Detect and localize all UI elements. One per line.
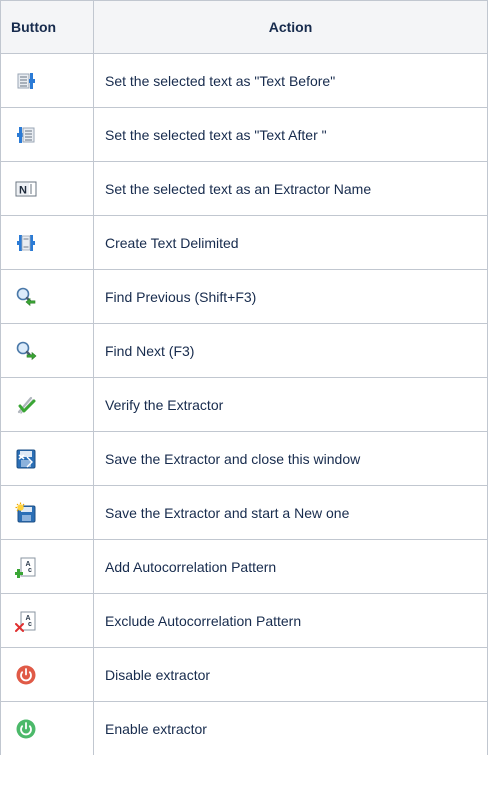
action-text: Exclude Autocorrelation Pattern	[93, 593, 488, 648]
icon-cell	[0, 269, 94, 324]
svg-text:N: N	[19, 184, 27, 196]
add-autocorrelation-icon: A c	[15, 557, 36, 578]
action-text: Find Previous (Shift+F3)	[93, 269, 488, 324]
header-button: Button	[0, 0, 94, 54]
enable-power-icon	[16, 719, 36, 738]
buttons-help-table: Button Action Set the selected text as "…	[0, 0, 488, 755]
find-next-icon	[16, 341, 37, 360]
find-previous-icon	[16, 287, 36, 306]
action-text: Create Text Delimited	[93, 215, 488, 270]
text-after-icon	[17, 126, 35, 143]
icon-cell	[0, 53, 94, 108]
action-text: Find Next (F3)	[93, 323, 488, 378]
save-new-icon	[15, 502, 36, 522]
icon-cell: N	[0, 161, 94, 216]
action-text: Disable extractor	[93, 647, 488, 702]
table-row: Set the selected text as "Text After "	[0, 107, 488, 162]
table-row: Verify the Extractor	[0, 377, 488, 432]
icon-cell	[0, 431, 94, 486]
disable-power-icon	[16, 665, 36, 684]
svg-text:c: c	[28, 567, 32, 574]
save-close-icon	[16, 449, 36, 468]
extractor-name-icon: N	[15, 181, 37, 196]
table-row: Enable extractor	[0, 701, 488, 755]
action-text: Set the selected text as "Text After "	[93, 107, 488, 162]
text-before-icon	[17, 72, 35, 89]
action-text: Set the selected text as an Extractor Na…	[93, 161, 488, 216]
table-row: Save the Extractor and close this window	[0, 431, 488, 486]
table-row: A c Add Autocorrelation Pattern	[0, 539, 488, 594]
action-text: Save the Extractor and start a New one	[93, 485, 488, 540]
action-text: Add Autocorrelation Pattern	[93, 539, 488, 594]
icon-cell: A c	[0, 593, 94, 648]
table-row: N Set the selected text as an Extractor …	[0, 161, 488, 216]
action-text: Verify the Extractor	[93, 377, 488, 432]
icon-cell	[0, 485, 94, 540]
icon-cell: A c	[0, 539, 94, 594]
icon-cell	[0, 107, 94, 162]
icon-cell	[0, 701, 94, 755]
table-row: Create Text Delimited	[0, 215, 488, 270]
header-action: Action	[93, 0, 488, 54]
table-row: Save the Extractor and start a New one	[0, 485, 488, 540]
icon-cell	[0, 323, 94, 378]
exclude-autocorrelation-icon: A c	[15, 611, 36, 632]
table-header-row: Button Action	[0, 0, 488, 54]
table-row: Find Next (F3)	[0, 323, 488, 378]
action-text: Set the selected text as "Text Before"	[93, 53, 488, 108]
icon-cell	[0, 215, 94, 270]
svg-text:c: c	[28, 621, 32, 628]
table-row: Disable extractor	[0, 647, 488, 702]
verify-icon	[17, 396, 36, 414]
icon-cell	[0, 647, 94, 702]
table-row: A c Exclude Autocorrelation Pattern	[0, 593, 488, 648]
icon-cell	[0, 377, 94, 432]
text-delimited-icon	[17, 234, 35, 251]
table-row: Set the selected text as "Text Before"	[0, 53, 488, 108]
table-row: Find Previous (Shift+F3)	[0, 269, 488, 324]
action-text: Enable extractor	[93, 701, 488, 755]
action-text: Save the Extractor and close this window	[93, 431, 488, 486]
